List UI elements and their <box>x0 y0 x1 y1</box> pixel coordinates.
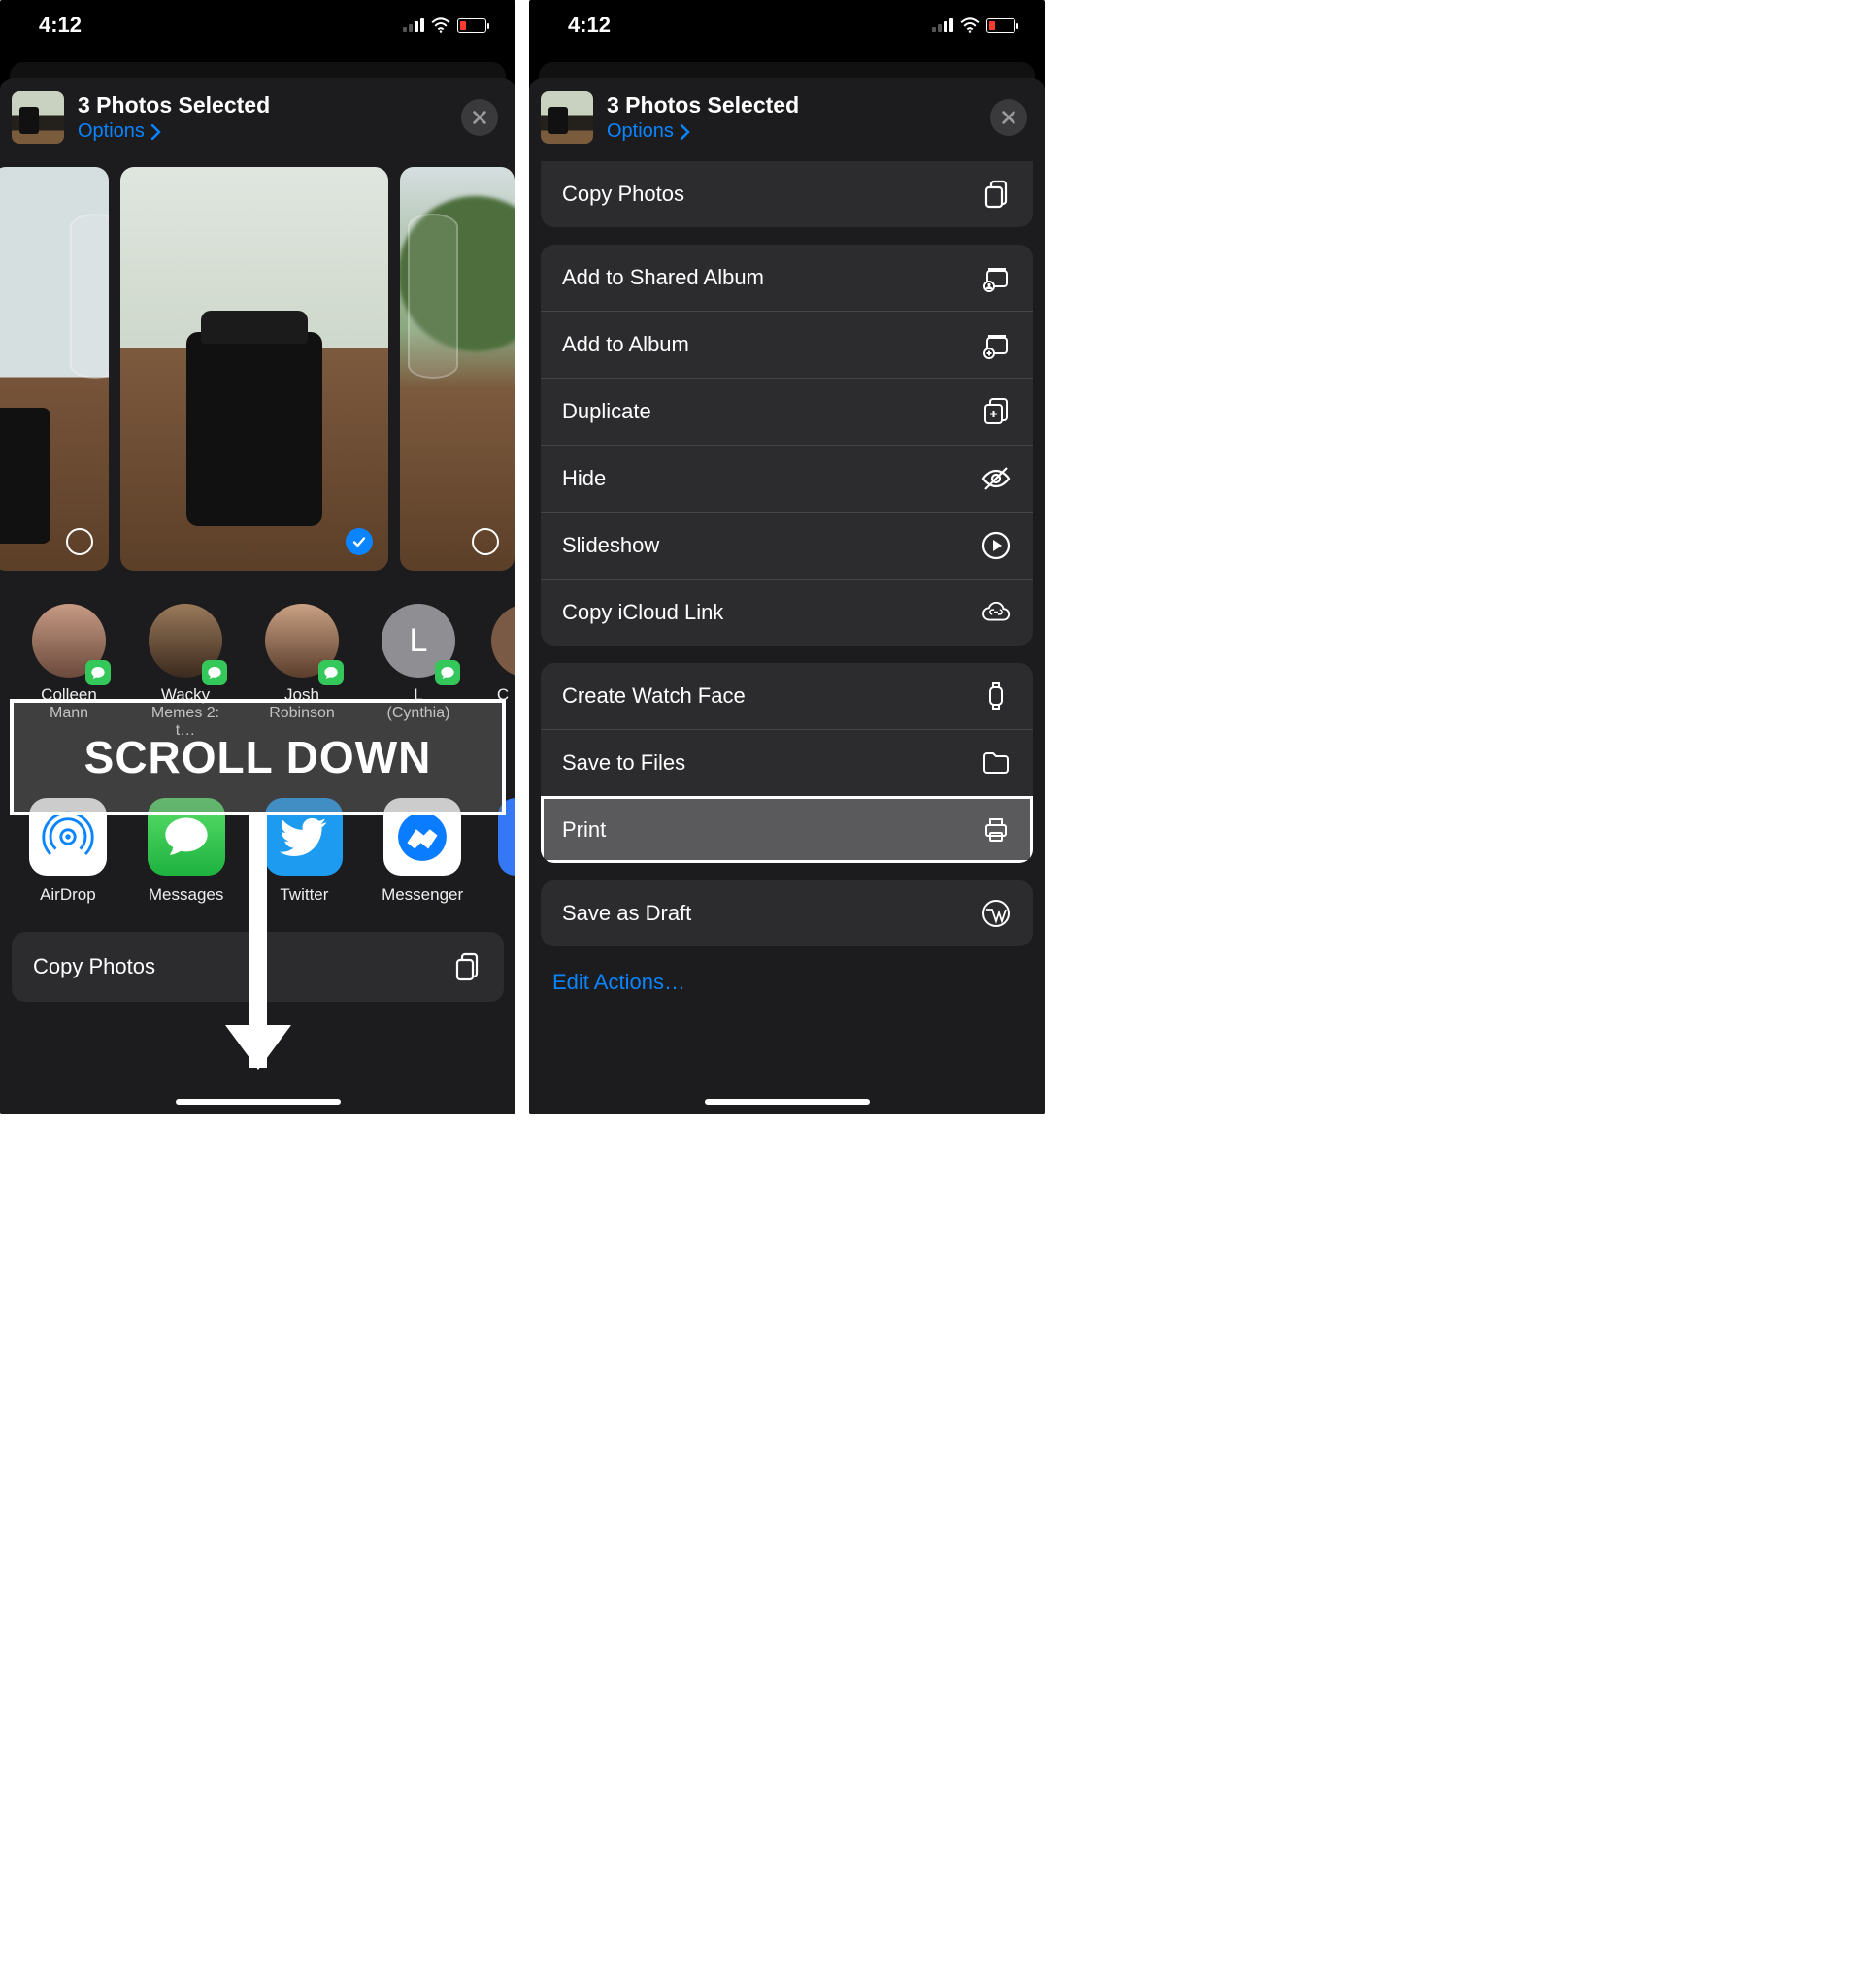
status-time: 4:12 <box>39 13 82 38</box>
share-header: 3 Photos Selected Options <box>529 78 1045 157</box>
cellular-icon <box>403 18 424 32</box>
wifi-icon <box>959 17 980 33</box>
phone-right: 4:12 3 Photos Selected Options <box>529 0 1045 1114</box>
share-options-link[interactable]: Options <box>78 120 270 143</box>
action-slideshow[interactable]: Slideshow <box>541 512 1033 579</box>
selected-check[interactable] <box>346 528 373 555</box>
action-group: Save as Draft <box>541 880 1033 946</box>
messages-badge-icon <box>202 660 227 685</box>
action-save-as-draft[interactable]: Save as Draft <box>541 880 1033 946</box>
action-add-shared-album[interactable]: Add to Shared Album <box>541 245 1033 311</box>
duplicate-icon <box>980 396 1012 427</box>
photo-2[interactable] <box>120 167 388 571</box>
close-button[interactable] <box>990 99 1027 136</box>
home-indicator[interactable] <box>176 1099 341 1105</box>
action-duplicate[interactable]: Duplicate <box>541 378 1033 445</box>
action-create-watch-face[interactable]: Create Watch Face <box>541 663 1033 729</box>
hide-icon <box>980 463 1012 494</box>
share-sheet: 3 Photos Selected Options Copy Photos Ad <box>529 78 1045 1114</box>
share-title: 3 Photos Selected <box>78 92 270 118</box>
wifi-icon <box>430 17 451 33</box>
action-save-to-files[interactable]: Save to Files <box>541 729 1033 796</box>
cloud-link-icon <box>980 597 1012 628</box>
status-time: 4:12 <box>568 13 611 38</box>
action-group: Create Watch Face Save to Files Print <box>541 663 1033 863</box>
avatar <box>491 604 515 678</box>
photo-strip[interactable] <box>0 157 515 582</box>
action-add-album[interactable]: Add to Album <box>541 311 1033 378</box>
phone-left: 4:12 3 Photos Selected Options <box>0 0 515 1114</box>
photo-3[interactable] <box>400 167 515 571</box>
status-bar: 4:12 <box>529 0 1045 50</box>
edit-actions-link[interactable]: Edit Actions… <box>529 946 1045 1018</box>
album-icon <box>980 329 1012 360</box>
close-button[interactable] <box>461 99 498 136</box>
action-copy-photos[interactable]: Copy Photos <box>541 161 1033 227</box>
messages-badge-icon <box>435 660 460 685</box>
copy-icon <box>451 951 482 982</box>
close-icon <box>471 109 488 126</box>
cellular-icon <box>932 18 953 32</box>
play-icon <box>980 530 1012 561</box>
action-copy-icloud-link[interactable]: Copy iCloud Link <box>541 579 1033 646</box>
watch-icon <box>980 680 1012 712</box>
select-circle[interactable] <box>472 528 499 555</box>
close-icon <box>1000 109 1017 126</box>
messages-badge-icon <box>318 660 344 685</box>
wordpress-icon <box>980 898 1012 929</box>
messages-badge-icon <box>85 660 111 685</box>
share-options-link[interactable]: Options <box>607 120 799 143</box>
select-circle[interactable] <box>66 528 93 555</box>
folder-icon <box>980 747 1012 779</box>
share-thumbnail <box>541 91 593 144</box>
battery-icon <box>986 18 1015 33</box>
share-header: 3 Photos Selected Options <box>0 78 515 157</box>
action-group: Copy Photos <box>541 161 1033 227</box>
status-icons <box>932 17 1015 33</box>
shared-album-icon <box>980 262 1012 293</box>
print-icon <box>980 814 1012 845</box>
share-title: 3 Photos Selected <box>607 92 799 118</box>
battery-icon <box>457 18 486 33</box>
photo-1[interactable] <box>0 167 109 571</box>
annotation-scroll: SCROLL DOWN <box>10 699 506 815</box>
action-print[interactable]: Print <box>541 796 1033 863</box>
action-group: Add to Shared Album Add to Album Duplica… <box>541 245 1033 646</box>
status-icons <box>403 17 486 33</box>
share-thumbnail <box>12 91 64 144</box>
chevron-right-icon <box>680 124 690 140</box>
action-hide[interactable]: Hide <box>541 445 1033 512</box>
copy-icon <box>980 179 1012 210</box>
annotation-arrow <box>249 815 267 1068</box>
status-bar: 4:12 <box>0 0 515 50</box>
check-icon <box>351 534 367 549</box>
chevron-right-icon <box>150 124 161 140</box>
home-indicator[interactable] <box>705 1099 870 1105</box>
